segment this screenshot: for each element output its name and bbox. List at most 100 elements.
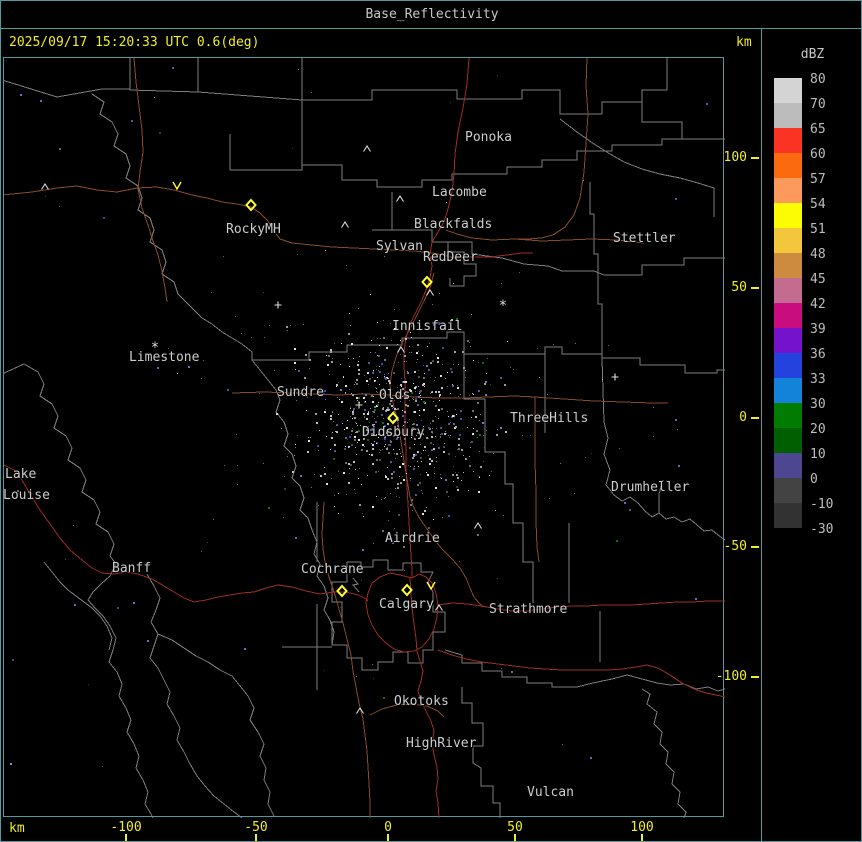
radar-echo-speck	[462, 428, 463, 429]
radar-echo-speck	[348, 358, 349, 359]
radar-echo-speck	[519, 272, 520, 273]
radar-echo-speck	[352, 394, 354, 396]
radar-echo-speck	[386, 409, 388, 411]
radar-echo-speck	[439, 293, 440, 294]
radar-echo-speck	[324, 473, 326, 475]
radar-echo-speck	[295, 369, 296, 370]
radar-echo-speck	[379, 366, 380, 367]
radar-echo-speck	[440, 434, 441, 435]
radar-echo-speck	[434, 467, 435, 468]
radar-echo-speck	[352, 418, 353, 419]
radar-echo-speck	[350, 416, 351, 417]
radar-echo-speck	[346, 427, 348, 429]
radar-echo-speck	[383, 407, 384, 408]
radar-echo-speck	[373, 678, 374, 679]
radar-echo-speck	[368, 362, 370, 364]
radar-echo-speck	[384, 377, 386, 379]
radar-echo-speck	[477, 534, 479, 536]
city-label-threehills: ThreeHills	[510, 411, 589, 426]
city-label-airdrie: Airdrie	[385, 531, 440, 546]
radar-echo-speck	[269, 325, 270, 326]
radar-echo-speck	[423, 409, 425, 411]
radar-echo-speck	[376, 366, 377, 367]
radar-echo-speck	[319, 430, 320, 431]
radar-echo-speck	[539, 377, 540, 378]
caret-icon	[474, 521, 482, 529]
right-axis-label: 0	[739, 410, 747, 425]
radar-echo-speck	[442, 347, 444, 349]
radar-echo-speck	[294, 455, 295, 456]
radar-echo-speck	[430, 442, 432, 444]
radar-echo-speck	[446, 491, 448, 493]
radar-echo-speck	[429, 343, 430, 344]
radar-echo-speck	[407, 405, 409, 407]
radar-echo-speck	[435, 487, 437, 489]
radar-echo-speck	[338, 414, 339, 415]
radar-echo-speck	[372, 664, 373, 665]
radar-echo-speck	[443, 446, 445, 448]
radar-echo-speck	[361, 449, 363, 451]
radar-echo-speck	[376, 459, 378, 461]
radar-echo-speck	[388, 520, 389, 521]
bottom-axis-tick	[387, 834, 389, 841]
radar-echo-speck	[338, 382, 339, 383]
radar-echo-speck	[355, 493, 356, 494]
radar-echo-speck	[372, 444, 374, 446]
radar-echo-speck	[411, 337, 412, 338]
radar-echo-speck	[473, 428, 474, 429]
radar-echo-speck	[407, 371, 408, 372]
radar-echo-speck	[480, 466, 482, 468]
radar-echo-speck	[456, 474, 458, 476]
radar-echo-speck	[467, 340, 469, 342]
radar-echo-speck	[349, 447, 350, 448]
radar-echo-speck	[418, 370, 419, 371]
legend-value-label: -30	[810, 522, 834, 537]
radar-echo-speck	[398, 362, 399, 363]
radar-echo-speck	[360, 425, 361, 426]
radar-echo-speck	[404, 570, 405, 571]
caret-icon	[396, 194, 404, 202]
radar-echo-speck	[407, 422, 408, 423]
radar-echo-speck	[341, 401, 343, 403]
radar-echo-speck	[379, 449, 380, 450]
radar-echo-speck	[380, 338, 381, 339]
radar-echo-speck	[433, 401, 434, 402]
radar-echo-speck	[475, 416, 477, 418]
radar-echo-speck	[398, 514, 400, 516]
radar-echo-speck	[426, 507, 427, 508]
caret-icon	[435, 603, 443, 611]
radar-echo-speck	[452, 415, 454, 417]
radar-echo-speck	[404, 421, 406, 423]
secondary-highway-line	[445, 58, 589, 241]
county-boundary-line	[4, 363, 154, 818]
radar-echo-speck	[450, 102, 451, 103]
radar-echo-speck	[443, 451, 445, 453]
radar-echo-speck	[20, 94, 22, 96]
radar-echo-speck	[343, 377, 344, 378]
radar-echo-speck	[351, 393, 352, 394]
radar-echo-speck	[381, 414, 383, 416]
county-boundary-line	[589, 182, 603, 354]
radar-echo-speck	[331, 478, 332, 479]
radar-echo-speck	[318, 505, 319, 506]
secondary-highway-line	[133, 58, 168, 303]
radar-echo-speck	[452, 385, 454, 387]
radar-echo-speck	[395, 488, 396, 489]
radar-echo-speck	[294, 348, 296, 350]
radar-echo-speck	[359, 468, 360, 469]
radar-echo-speck	[400, 482, 402, 484]
right-axis-tick	[751, 676, 759, 678]
radar-echo-speck	[103, 217, 105, 219]
caret-icon	[363, 144, 371, 152]
radar-echo-speck	[375, 471, 377, 473]
radar-echo-speck	[284, 476, 285, 477]
radar-echo-speck	[421, 453, 422, 454]
radar-echo-speck	[365, 394, 367, 396]
radar-echo-speck	[421, 420, 422, 421]
radar-map-canvas[interactable]: * * Ponoka Lacombe Blackfalds Sylvan RedDeer S…	[3, 57, 725, 818]
radar-echo-speck	[188, 366, 190, 368]
radar-echo-speck	[441, 408, 443, 410]
radar-echo-speck	[457, 477, 459, 479]
radar-echo-speck	[459, 434, 461, 436]
radar-echo-speck	[384, 376, 385, 377]
